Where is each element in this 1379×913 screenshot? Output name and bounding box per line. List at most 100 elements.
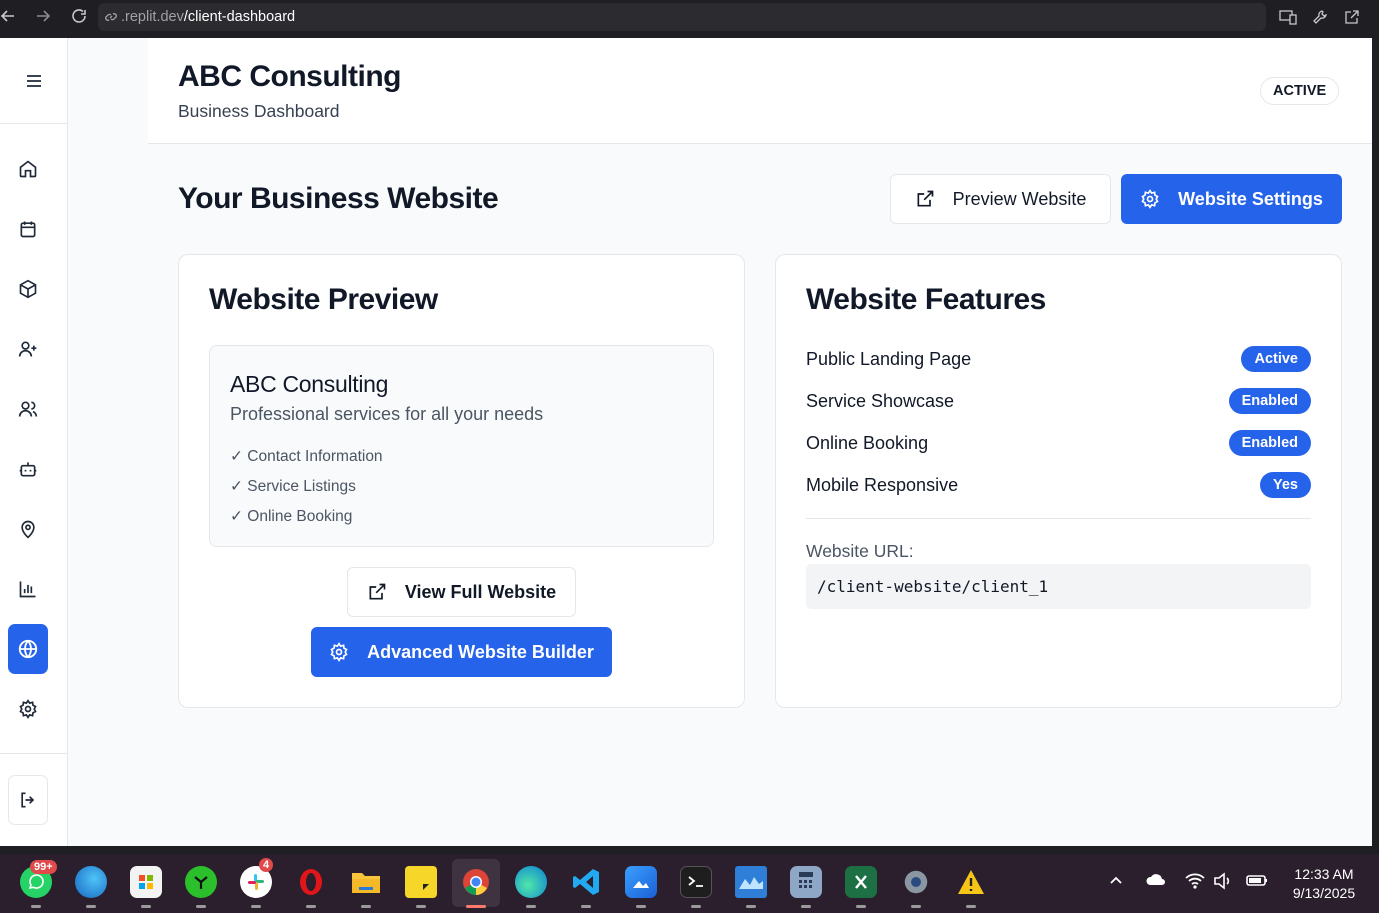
devices-icon[interactable]	[1277, 6, 1299, 28]
users-icon	[18, 399, 38, 419]
hamburger-menu-icon[interactable]	[25, 74, 43, 88]
performance-monitor-icon[interactable]	[735, 866, 767, 898]
microsoft-store-icon[interactable]	[130, 866, 162, 898]
open-external-icon[interactable]	[1341, 6, 1363, 28]
file-explorer-icon[interactable]	[350, 866, 382, 898]
website-url-label: Website URL:	[806, 541, 914, 561]
sidebar-item-settings[interactable]	[8, 684, 48, 734]
terminal-icon[interactable]	[680, 866, 712, 898]
taskbar: 99+ 4 12:33 AM 9/13/2025	[0, 854, 1379, 913]
feature-status-badge: Active	[1241, 346, 1311, 372]
mini-feature-item: ✓ Online Booking	[230, 508, 353, 525]
edge-profile-icon[interactable]	[75, 866, 107, 898]
sidebar-item-clients[interactable]	[8, 384, 48, 434]
reload-icon[interactable]	[62, 0, 96, 32]
onedrive-icon[interactable]	[1145, 872, 1167, 891]
view-full-website-button[interactable]: View Full Website	[347, 567, 576, 617]
back-arrow-icon[interactable]	[0, 0, 25, 32]
feature-label: Public Landing Page	[806, 348, 972, 369]
sidebar-item-products[interactable]	[8, 264, 48, 314]
notification-badge: 4	[259, 858, 274, 872]
sidebar-header	[0, 38, 67, 124]
taskbar-indicator	[31, 905, 41, 908]
taskbar-indicator	[141, 905, 151, 908]
wifi-icon[interactable]	[1184, 872, 1206, 893]
sidebar-item-locations[interactable]	[8, 504, 48, 554]
bar-chart-icon	[18, 579, 38, 599]
taskbar-indicator	[196, 905, 206, 908]
address-bar[interactable]: .replit.dev/client-dashboard	[98, 3, 1266, 31]
preview-website-button[interactable]: Preview Website	[890, 174, 1111, 224]
network-app-icon[interactable]	[185, 866, 217, 898]
page-title: Your Business Website	[178, 182, 499, 215]
top-header: ABC Consulting Business Dashboard ACTIVE	[148, 38, 1372, 144]
notification-badge: 99+	[30, 860, 57, 874]
url-domain: .replit.dev	[121, 9, 184, 25]
website-settings-button[interactable]: Website Settings	[1121, 174, 1342, 224]
website-url-value[interactable]: /client-website/client_1	[806, 564, 1311, 609]
sticky-notes-icon[interactable]	[405, 866, 437, 898]
feature-row: Online Booking Enabled	[806, 429, 1311, 457]
feature-label: Online Booking	[806, 432, 929, 453]
opera-icon[interactable]	[295, 866, 327, 898]
taskbar-indicator	[86, 905, 96, 908]
system-clock[interactable]: 12:33 AM 9/13/2025	[1280, 865, 1368, 903]
bot-icon	[18, 459, 38, 479]
user-plus-icon	[18, 339, 38, 359]
chrome-icon[interactable]	[460, 866, 492, 898]
calculator-icon[interactable]	[790, 866, 822, 898]
settings-icon	[329, 642, 349, 662]
vscode-icon[interactable]	[570, 866, 602, 898]
taskbar-indicator	[856, 905, 866, 908]
warning-icon[interactable]	[955, 866, 987, 898]
sidebar-item-calendar[interactable]	[8, 204, 48, 254]
external-link-icon	[915, 189, 935, 209]
map-pin-icon	[18, 519, 38, 539]
window-edge	[0, 846, 1379, 854]
forward-arrow-icon[interactable]	[26, 0, 60, 32]
chevron-up-icon[interactable]	[1108, 872, 1124, 891]
link-icon	[104, 10, 118, 24]
photos-icon[interactable]	[625, 866, 657, 898]
logout-button[interactable]	[8, 775, 48, 825]
taskbar-indicator	[361, 905, 371, 908]
url-path: /client-dashboard	[183, 9, 296, 25]
sidebar-item-website[interactable]	[8, 624, 48, 674]
feature-status-badge: Yes	[1260, 472, 1311, 498]
sidebar-item-add-client[interactable]	[8, 324, 48, 374]
preview-website-label: Preview Website	[952, 188, 1087, 209]
website-settings-label: Website Settings	[1178, 188, 1323, 209]
external-link-icon	[367, 582, 387, 602]
advanced-website-builder-button[interactable]: Advanced Website Builder	[311, 627, 612, 677]
sidebar-item-assistant[interactable]	[8, 444, 48, 494]
taskbar-indicator	[911, 905, 921, 908]
mini-site-tagline: Professional services for all your needs	[230, 404, 544, 424]
package-icon	[18, 279, 38, 299]
sidebar-item-analytics[interactable]	[8, 564, 48, 614]
browser-toolbar: .replit.dev/client-dashboard	[0, 0, 1379, 38]
app-window: ABC Consulting Business Dashboard ACTIVE…	[0, 38, 1372, 846]
taskbar-indicator	[526, 905, 536, 908]
taskbar-indicator	[746, 905, 756, 908]
taskbar-indicator	[691, 905, 701, 908]
mini-feature-item: ✓ Contact Information	[230, 448, 383, 465]
taskbar-indicator	[966, 905, 976, 908]
excel-icon[interactable]	[845, 866, 877, 898]
features-divider	[806, 518, 1311, 519]
volume-icon[interactable]	[1213, 872, 1235, 893]
feature-row: Mobile Responsive Yes	[806, 471, 1311, 499]
mini-site-title: ABC Consulting	[230, 371, 389, 397]
edge-icon[interactable]	[515, 866, 547, 898]
taskbar-indicator	[251, 905, 261, 908]
sidebar-divider	[0, 753, 68, 754]
sidebar-item-home[interactable]	[8, 144, 48, 194]
business-name: ABC Consulting	[178, 60, 401, 93]
clock-time: 12:33 AM	[1294, 866, 1354, 882]
website-preview-card: Website Preview ABC Consulting Professio…	[178, 254, 745, 708]
feature-row: Public Landing Page Active	[806, 345, 1311, 373]
settings-app-icon[interactable]	[900, 866, 932, 898]
calendar-icon	[18, 219, 38, 239]
wrench-icon[interactable]	[1309, 6, 1331, 28]
clock-date: 9/13/2025	[1292, 885, 1356, 901]
battery-icon[interactable]	[1245, 872, 1269, 891]
